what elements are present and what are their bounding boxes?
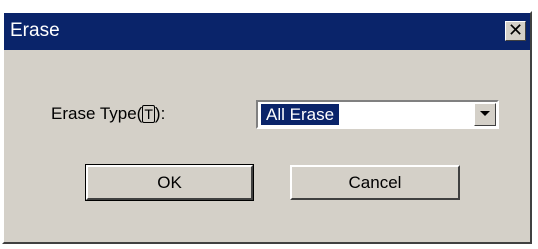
erase-type-select[interactable]: All Erase	[256, 100, 499, 129]
close-button[interactable]: ✕	[505, 21, 526, 41]
ok-button[interactable]: OK	[85, 164, 254, 201]
erase-type-selected-value: All Erase	[259, 103, 341, 126]
erase-type-label-suffix: ):	[154, 104, 166, 123]
close-icon: ✕	[507, 20, 524, 40]
erase-dialog: Erase ✕ Erase Type(T): All Erase OK Canc…	[2, 11, 532, 244]
cancel-button[interactable]: Cancel	[290, 165, 460, 200]
erase-type-label-text: Erase Type(	[51, 104, 143, 123]
title-bar[interactable]: Erase ✕	[4, 13, 530, 50]
erase-type-dropdown-button[interactable]	[474, 103, 496, 126]
erase-type-label: Erase Type(T):	[51, 104, 165, 124]
chevron-down-icon	[480, 111, 490, 116]
erase-type-mnemonic: T	[142, 105, 155, 123]
window-title: Erase	[10, 20, 60, 41]
